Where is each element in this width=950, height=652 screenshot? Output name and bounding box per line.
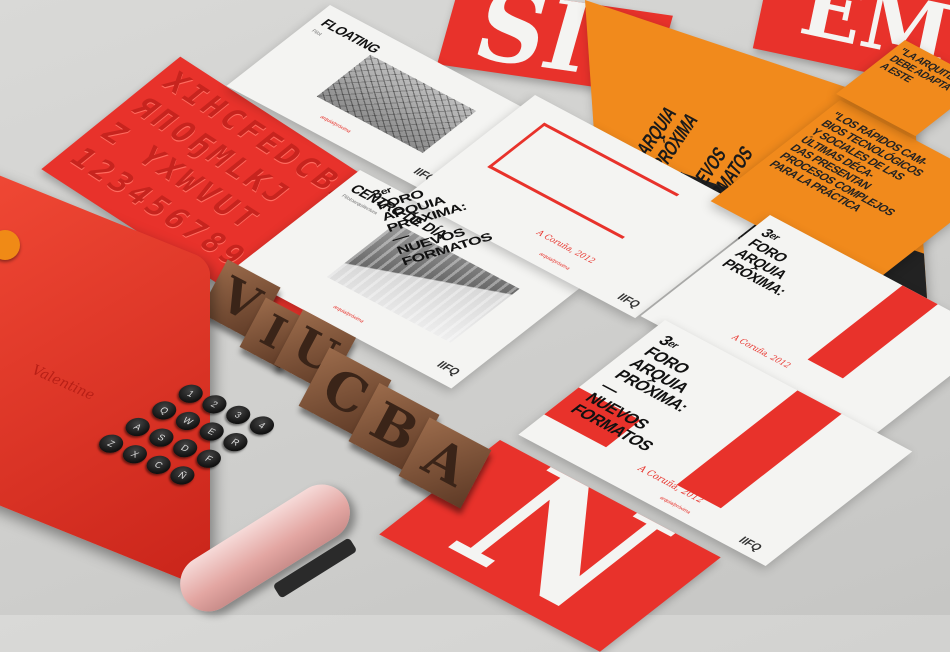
stencil-big-letters: SI [463, 0, 606, 95]
key: 4 [245, 413, 279, 438]
floating-photo [316, 54, 477, 153]
foro-brand: arquia/próxima [536, 251, 572, 272]
key: F [192, 446, 226, 472]
centro-logo: IIFQ [433, 359, 463, 378]
foro-bottom-logo: IIFQ [735, 535, 765, 554]
foro-logo: IIFQ [613, 291, 644, 311]
key: R [218, 429, 253, 455]
floating-subtitle: Pilot [309, 28, 324, 38]
centro-brand: arquia/próxima [330, 304, 366, 325]
floating-title: FLOATING [317, 16, 385, 56]
floating-brand: arquia/próxima [318, 114, 353, 135]
key: Ñ [165, 463, 200, 488]
